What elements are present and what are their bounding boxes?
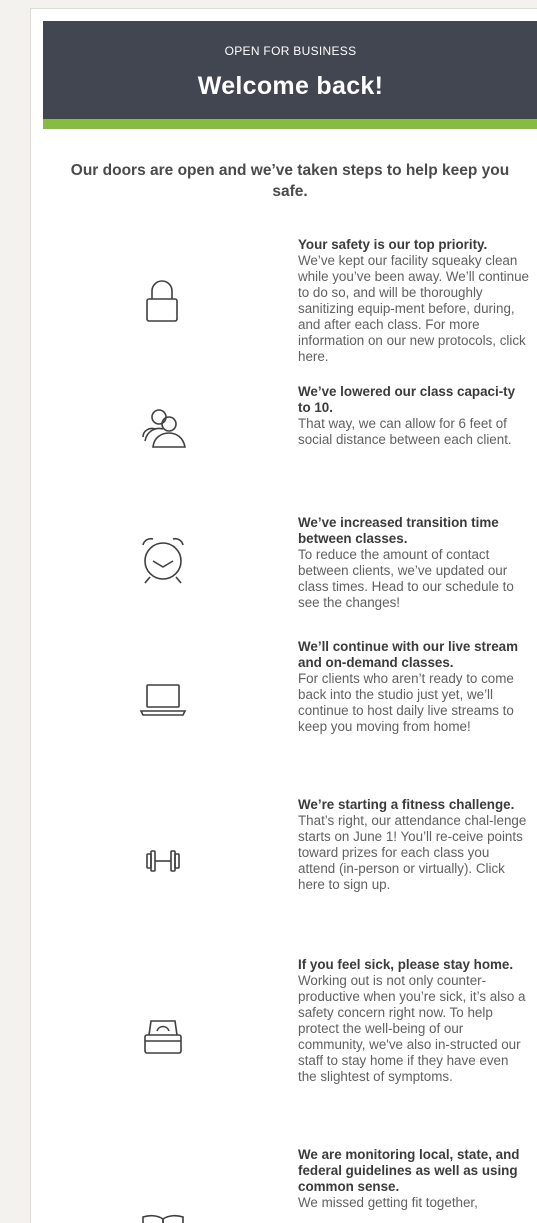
tissue-box-icon — [131, 1001, 195, 1065]
lock-icon — [131, 269, 195, 333]
item-body: That’s right, our attendance chal-lenge … — [298, 813, 527, 892]
item-heading: We’re starting a fitness challenge. — [298, 797, 515, 812]
feature-list: Your safety is our top priority. We’ve k… — [31, 9, 537, 1223]
group-icon — [131, 397, 195, 461]
item-body: For clients who aren’t ready to come bac… — [298, 671, 514, 734]
email-card: OPEN FOR BUSINESS Welcome back! Our door… — [30, 8, 537, 1223]
item-body: We missed getting fit together, — [298, 1195, 478, 1210]
alarm-clock-icon — [131, 527, 195, 591]
item-body: That way, we can allow for 6 feet of soc… — [298, 416, 512, 447]
item-heading: We’ve increased transition time between … — [298, 515, 499, 546]
item-heading: We’ve lowered our class capaci-ty to 10. — [298, 384, 516, 415]
book-icon — [131, 1201, 195, 1223]
item-heading: If you feel sick, please stay home. — [298, 957, 514, 972]
item-body: Working out is not only counter-producti… — [298, 973, 526, 1084]
item-heading: We’ll continue with our live stream and … — [298, 639, 518, 670]
dumbbell-icon — [131, 829, 195, 893]
item-body: We’ve kept our facility squeaky clean wh… — [298, 253, 529, 364]
laptop-icon — [131, 665, 195, 729]
item-heading: Your safety is our top priority. — [298, 237, 488, 252]
item-heading: We are monitoring local, state, and fede… — [298, 1147, 520, 1194]
item-body: To reduce the amount of contact between … — [298, 547, 514, 610]
